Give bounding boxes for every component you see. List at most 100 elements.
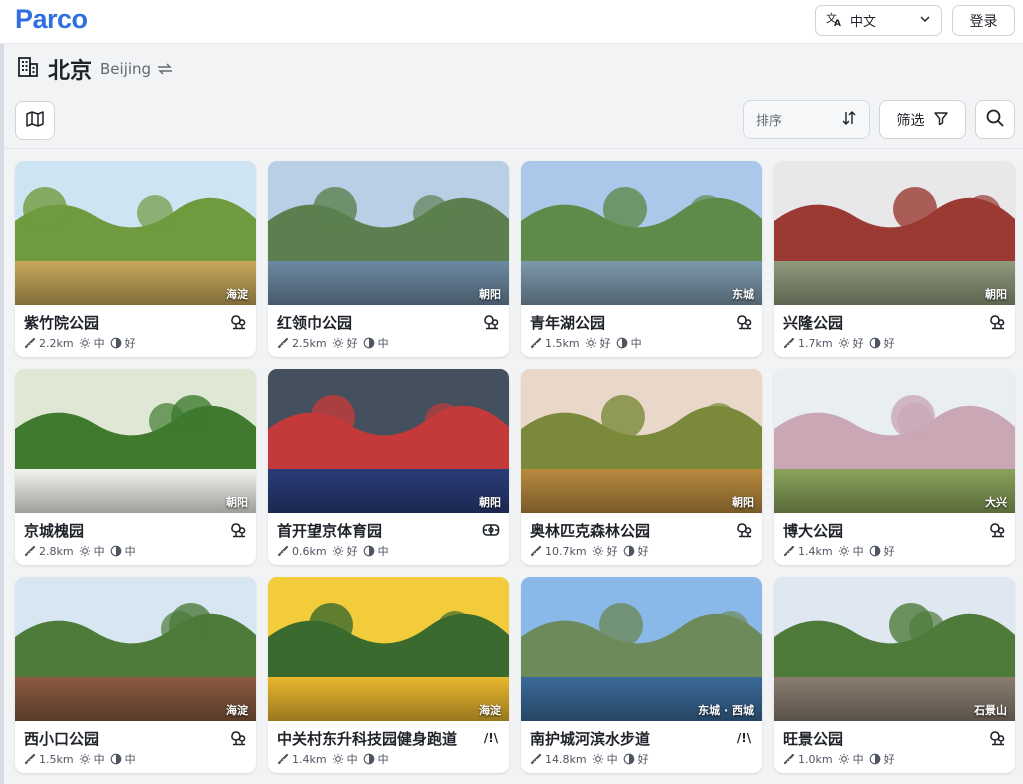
park-card[interactable]: 海淀 西小口公园 1.5km 中 中 — [15, 577, 256, 773]
shade-icon — [869, 753, 881, 765]
language-select[interactable]: 文A 中文 — [815, 5, 942, 36]
park-photo — [774, 577, 1015, 721]
ruler-icon — [277, 545, 289, 557]
shade-icon — [623, 753, 635, 765]
sun-icon — [838, 545, 850, 557]
city-header: 北京 Beijing — [16, 54, 174, 84]
light-value: 中 — [606, 753, 618, 766]
sun-icon — [838, 753, 850, 765]
district-label: 海淀 — [226, 288, 248, 301]
sort-select[interactable]: 排序 — [743, 100, 870, 139]
ruler-icon — [24, 753, 36, 765]
app-logo[interactable]: Parco — [15, 4, 88, 35]
building-icon — [16, 55, 40, 83]
distance-value: 1.7km — [798, 336, 833, 350]
login-button[interactable]: 登录 — [952, 5, 1015, 36]
top-bar: Parco 文A 中文 登录 — [0, 0, 1023, 44]
park-meta: 10.7km 好 好 — [530, 543, 654, 559]
district-label: 朝阳 — [479, 288, 501, 301]
sun-icon — [332, 545, 344, 557]
tree-icon — [482, 313, 500, 331]
park-photo — [268, 577, 509, 721]
park-card[interactable]: 朝阳 首开望京体育园 0.6km 好 中 — [268, 369, 509, 565]
light-value: 中 — [93, 337, 105, 350]
sun-icon — [79, 337, 91, 349]
shade-icon — [110, 545, 122, 557]
park-card[interactable]: 朝阳红领巾公园 2.5km 好 中 — [268, 161, 509, 357]
park-card[interactable]: 海淀 紫竹院公园 2.2km 中 好 — [15, 161, 256, 357]
district-label: 东城 — [732, 288, 754, 301]
park-name: 京城槐园 — [24, 522, 85, 540]
park-card[interactable]: 东城 · 西城 南护城河滨水步道 /!\ 14.8km 中 好 — [521, 577, 762, 773]
ruler-icon — [783, 753, 795, 765]
tree-icon — [988, 521, 1006, 539]
distance-value: 1.5km — [39, 752, 74, 766]
tree-icon — [229, 729, 247, 747]
park-card[interactable]: 海淀 中关村东升科技园健身跑道 /!\ 1.4km 中 中 — [268, 577, 509, 773]
park-photo — [15, 369, 256, 513]
park-card[interactable]: 朝阳 奥林匹克森林公园 10.7km 好 好 — [521, 369, 762, 565]
light-value: 好 — [599, 337, 611, 350]
park-card[interactable]: 石景山 旺景公园 1.0km 中 好 — [774, 577, 1015, 773]
park-photo — [774, 161, 1015, 305]
shade-value: 中 — [124, 545, 136, 558]
park-photo — [521, 369, 762, 513]
left-accent-line — [0, 44, 4, 784]
distance-value: 2.8km — [39, 544, 74, 558]
city-name-en: Beijing — [100, 60, 152, 78]
sort-placeholder: 排序 — [756, 114, 783, 129]
tree-icon — [229, 313, 247, 331]
park-meta: 1.4km 中 好 — [783, 543, 900, 559]
ruler-icon — [277, 337, 289, 349]
park-meta: 1.5km 中 中 — [24, 751, 141, 767]
light-value: 好 — [346, 545, 358, 558]
park-card[interactable]: 东城 青年湖公园 1.5km 好 中 — [521, 161, 762, 357]
swap-city-icon[interactable] — [156, 62, 174, 76]
park-name: 西小口公园 — [24, 730, 100, 748]
language-label: 中文 — [850, 15, 877, 30]
tree-icon — [988, 313, 1006, 331]
park-card[interactable]: 朝阳 京城槐园 2.8km 中 中 — [15, 369, 256, 565]
ruler-icon — [24, 545, 36, 557]
park-card[interactable]: 朝阳 兴隆公园 1.7km 好 好 — [774, 161, 1015, 357]
ruler-icon — [24, 337, 36, 349]
park-name: 南护城河滨水步道 — [530, 730, 651, 748]
map-view-button[interactable] — [15, 101, 55, 140]
light-value: 好 — [852, 337, 864, 350]
map-icon — [25, 109, 45, 133]
shade-icon — [110, 753, 122, 765]
shade-value: 中 — [377, 545, 389, 558]
path-icon: /!\ — [483, 731, 499, 745]
distance-value: 0.6km — [292, 544, 327, 558]
park-photo — [15, 577, 256, 721]
sun-icon — [79, 753, 91, 765]
stadium-icon — [482, 521, 500, 539]
park-meta: 14.8km 中 好 — [530, 751, 654, 767]
light-value: 好 — [346, 337, 358, 350]
shade-value: 好 — [883, 545, 895, 558]
shade-value: 好 — [637, 545, 649, 558]
park-card[interactable]: 大兴 博大公园 1.4km 中 好 — [774, 369, 1015, 565]
funnel-icon — [933, 110, 949, 130]
district-label: 朝阳 — [226, 496, 248, 509]
park-meta: 1.7km 好 好 — [783, 335, 900, 351]
translate-icon: 文A — [826, 11, 842, 31]
tree-icon — [988, 729, 1006, 747]
sun-icon — [592, 753, 604, 765]
filter-button[interactable]: 筛选 — [879, 100, 966, 139]
shade-value: 好 — [883, 753, 895, 766]
park-name: 红领巾公园 — [277, 314, 353, 332]
park-name: 奥林匹克森林公园 — [530, 522, 651, 540]
park-meta: 2.5km 好 中 — [277, 335, 394, 351]
shade-value: 好 — [124, 337, 136, 350]
park-meta: 1.5km 好 中 — [530, 335, 647, 351]
shade-icon — [110, 337, 122, 349]
light-value: 中 — [852, 753, 864, 766]
district-label: 石景山 — [974, 704, 1007, 717]
park-name: 博大公园 — [783, 522, 844, 540]
search-button[interactable] — [975, 100, 1015, 139]
sun-icon — [332, 337, 344, 349]
svg-text:A: A — [834, 19, 841, 27]
shade-value: 中 — [630, 337, 642, 350]
park-name: 紫竹院公园 — [24, 314, 100, 332]
